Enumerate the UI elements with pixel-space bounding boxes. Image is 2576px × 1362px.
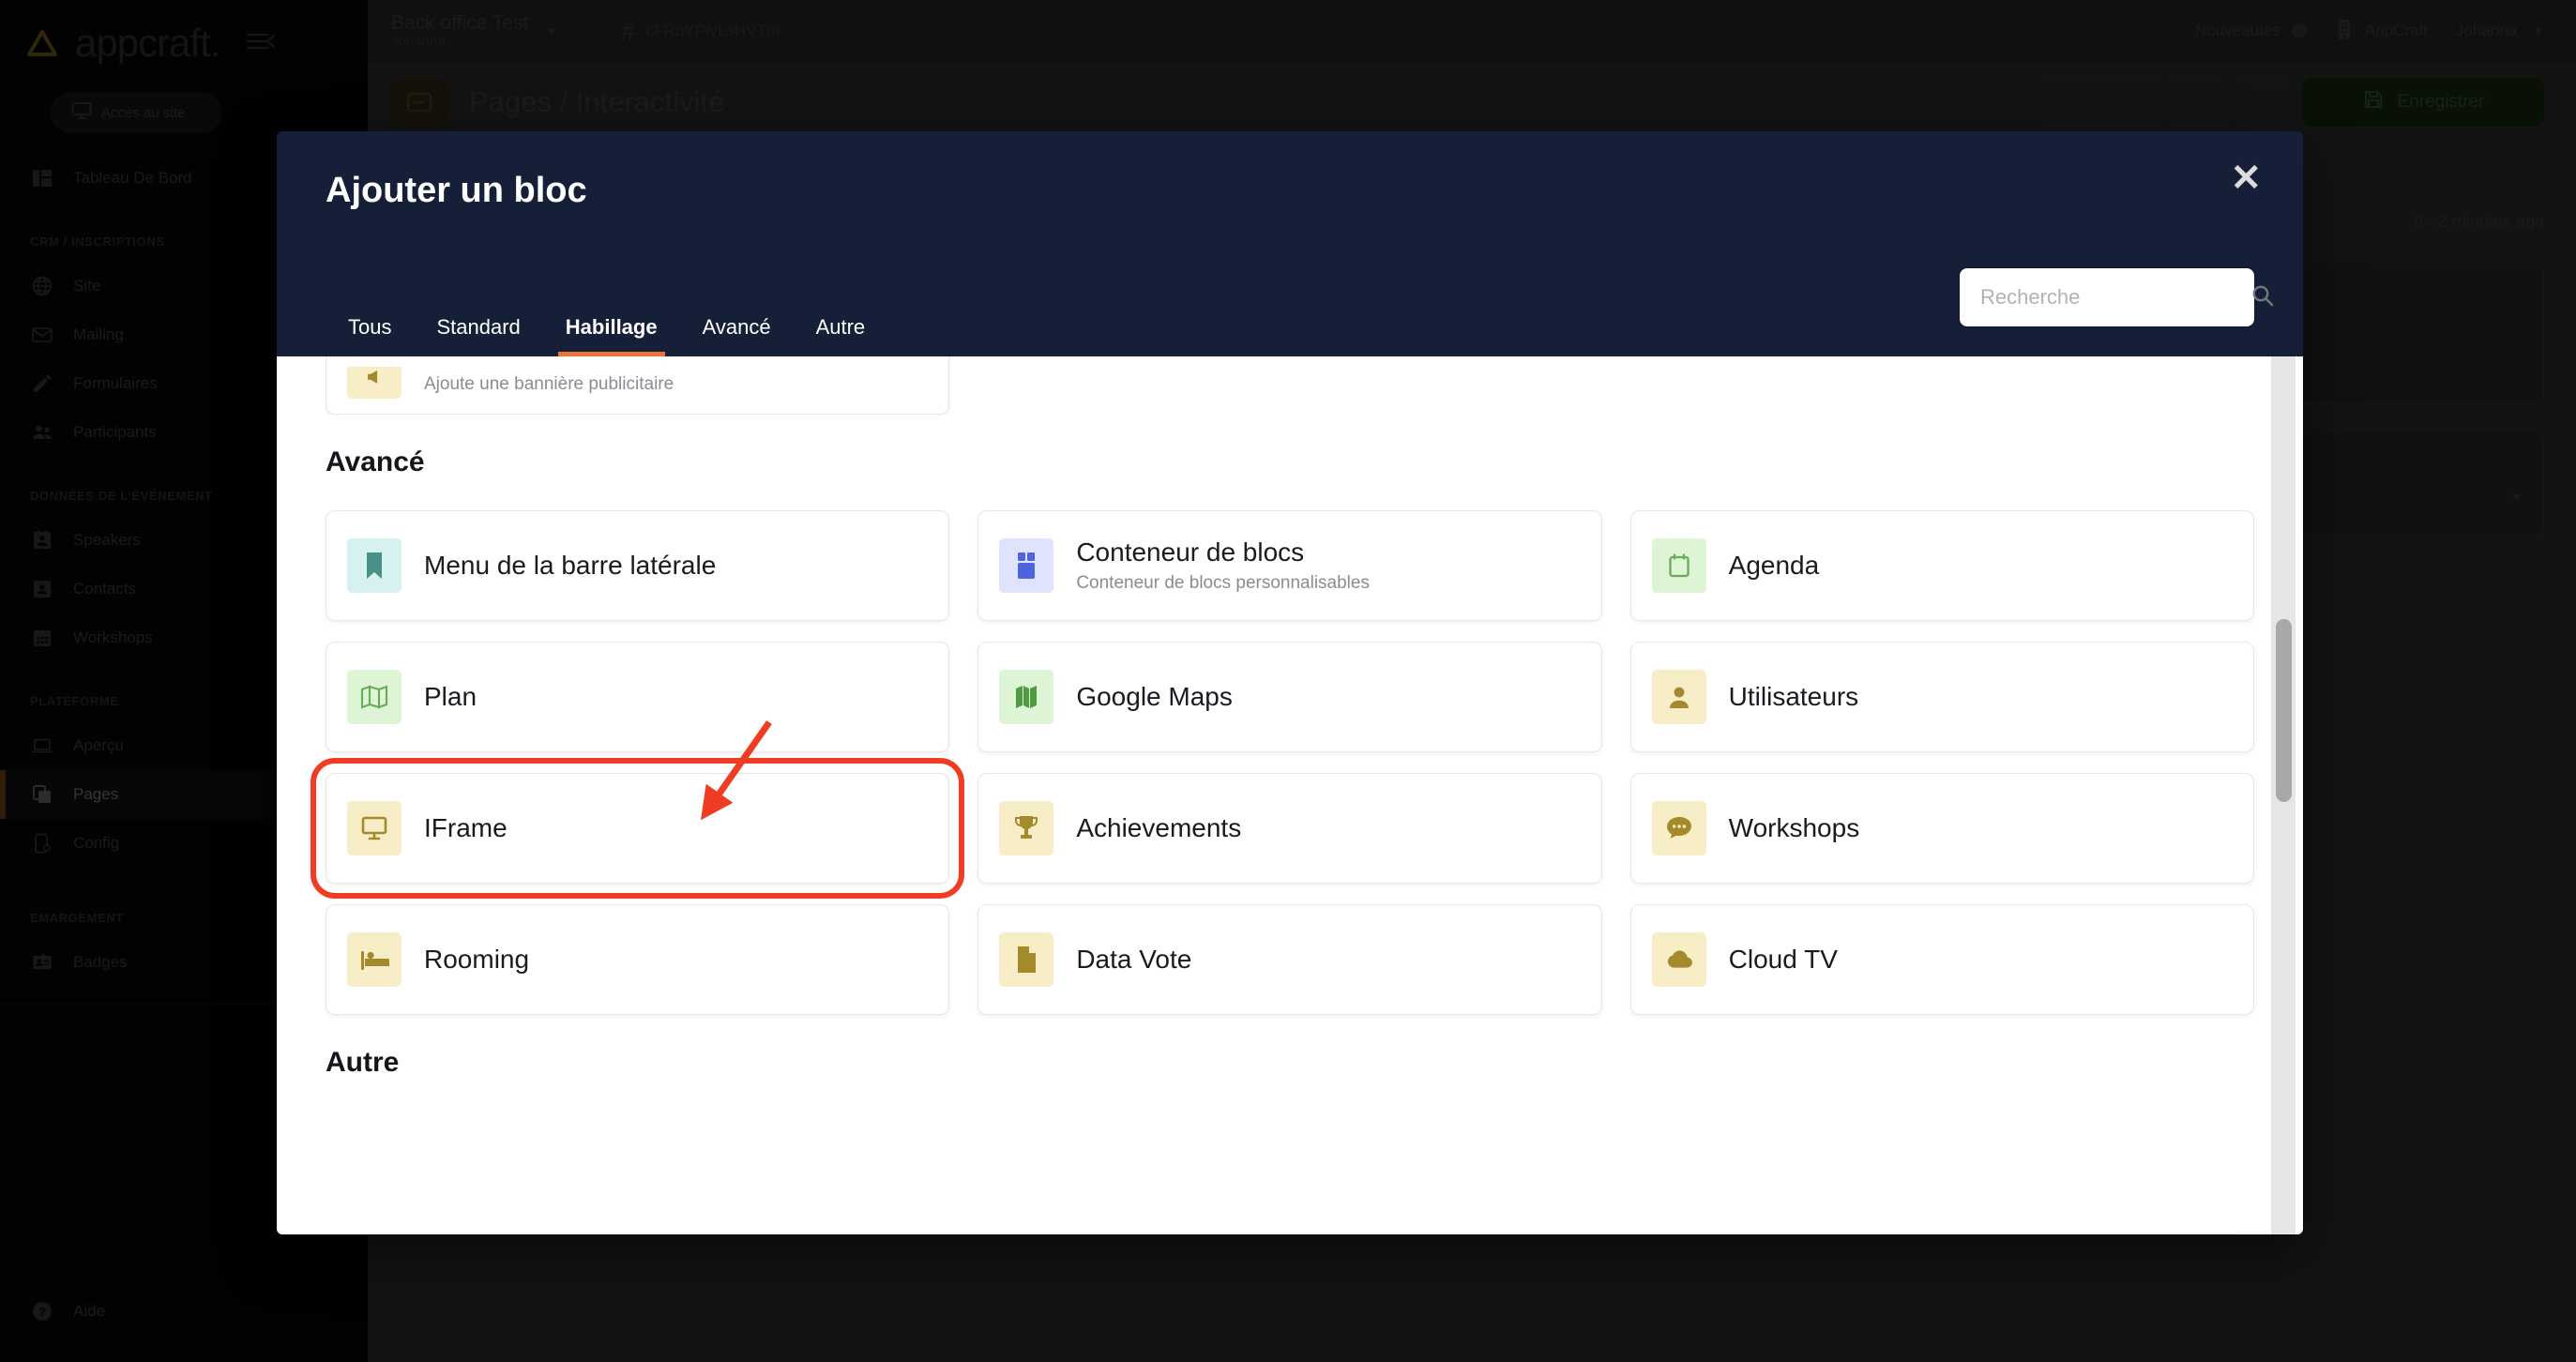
block-card-title: Cloud TV: [1729, 945, 1838, 975]
tab-autre[interactable]: Autre: [794, 315, 888, 356]
block-card-title: IFrame: [424, 813, 508, 843]
modal-scrollbar[interactable]: [2271, 356, 2296, 1234]
block-card-google-maps[interactable]: Google Maps: [977, 642, 1601, 752]
tab-tous[interactable]: Tous: [326, 315, 414, 356]
megaphone-icon: [347, 367, 402, 399]
block-cards-grid: Menu de la barre latérale Conteneur de b…: [326, 495, 2254, 1015]
block-card-text: Plan: [424, 682, 477, 712]
modal-body[interactable]: Ajoute une bannière publicitaire Avancé …: [277, 356, 2303, 1234]
search-box[interactable]: [1960, 268, 2254, 326]
block-card-iframe[interactable]: IFrame: [326, 773, 949, 884]
map-filled-icon: [999, 670, 1053, 724]
block-card-text: Google Maps: [1076, 682, 1233, 712]
bookmark-icon: [347, 538, 402, 593]
block-card-text: Utilisateurs: [1729, 682, 1858, 712]
block-card-workshops[interactable]: Workshops: [1630, 773, 2254, 884]
block-card-plan[interactable]: Plan: [326, 642, 949, 752]
block-card-rooming[interactable]: Rooming: [326, 904, 949, 1015]
close-icon[interactable]: ✕: [2230, 159, 2262, 197]
tab-avance[interactable]: Avancé: [680, 315, 794, 356]
tab-standard[interactable]: Standard: [414, 315, 542, 356]
block-card-text: Cloud TV: [1729, 945, 1838, 975]
modal-scrollbar-thumb[interactable]: [2276, 619, 2292, 802]
block-card-title: Achievements: [1076, 813, 1241, 843]
block-card-achievements[interactable]: Achievements: [977, 773, 1601, 884]
block-card-title: Menu de la barre latérale: [424, 551, 716, 581]
block-card-text: Conteneur de blocs Conteneur de blocs pe…: [1076, 537, 1370, 594]
block-card-text: Achievements: [1076, 813, 1241, 843]
block-card-text: IFrame: [424, 813, 508, 843]
block-card-title: Google Maps: [1076, 682, 1233, 712]
block-card-title: Agenda: [1729, 551, 1820, 581]
chat-bubble-icon: [1652, 801, 1706, 855]
block-card-utilisateurs[interactable]: Utilisateurs: [1630, 642, 2254, 752]
container-icon: [999, 538, 1053, 593]
section-heading-autre: Autre: [326, 1047, 2254, 1079]
block-card-subtitle: Conteneur de blocs personnalisables: [1076, 573, 1370, 594]
block-card-title: Plan: [424, 682, 477, 712]
block-card-text: Agenda: [1729, 551, 1820, 581]
block-card-data-vote[interactable]: Data Vote: [977, 904, 1601, 1015]
modal-header: Ajouter un bloc ✕ Tous Standard Habillag…: [277, 131, 2303, 356]
document-icon: [999, 932, 1053, 987]
modal-title: Ajouter un bloc: [326, 131, 2254, 211]
calendar-icon: [1652, 538, 1706, 593]
add-block-modal: Ajouter un bloc ✕ Tous Standard Habillag…: [277, 131, 2303, 1234]
block-card-menu-barre-laterale[interactable]: Menu de la barre latérale: [326, 510, 949, 621]
cloud-icon: [1652, 932, 1706, 987]
block-card-conteneur-de-blocs[interactable]: Conteneur de blocs Conteneur de blocs pe…: [977, 510, 1601, 621]
block-card-title: Rooming: [424, 945, 529, 975]
block-card-title: Data Vote: [1076, 945, 1191, 975]
block-card-text: Rooming: [424, 945, 529, 975]
block-card-title: Workshops: [1729, 813, 1860, 843]
block-card-text: Ajoute une bannière publicitaire: [424, 374, 674, 399]
modal-tabs: Tous Standard Habillage Avancé Autre: [326, 315, 887, 356]
search-input[interactable]: [1980, 285, 2250, 310]
block-card-text: Workshops: [1729, 813, 1860, 843]
monitor-icon: [347, 801, 402, 855]
block-card-subtitle: Ajoute une bannière publicitaire: [424, 374, 674, 395]
tab-habillage[interactable]: Habillage: [543, 315, 680, 356]
partial-card-row: Ajoute une bannière publicitaire: [326, 356, 2254, 415]
map-fold-icon: [347, 670, 402, 724]
block-card-banniere[interactable]: Ajoute une bannière publicitaire: [326, 356, 949, 415]
block-card-title: Utilisateurs: [1729, 682, 1858, 712]
bed-icon: [347, 932, 402, 987]
section-heading-avance: Avancé: [326, 446, 2254, 478]
block-card-cloud-tv[interactable]: Cloud TV: [1630, 904, 2254, 1015]
block-card-agenda[interactable]: Agenda: [1630, 510, 2254, 621]
search-icon[interactable]: [2250, 283, 2275, 312]
block-card-text: Data Vote: [1076, 945, 1191, 975]
block-card-text: Menu de la barre latérale: [424, 551, 716, 581]
block-card-title: Conteneur de blocs: [1076, 537, 1370, 568]
trophy-icon: [999, 801, 1053, 855]
user-icon: [1652, 670, 1706, 724]
